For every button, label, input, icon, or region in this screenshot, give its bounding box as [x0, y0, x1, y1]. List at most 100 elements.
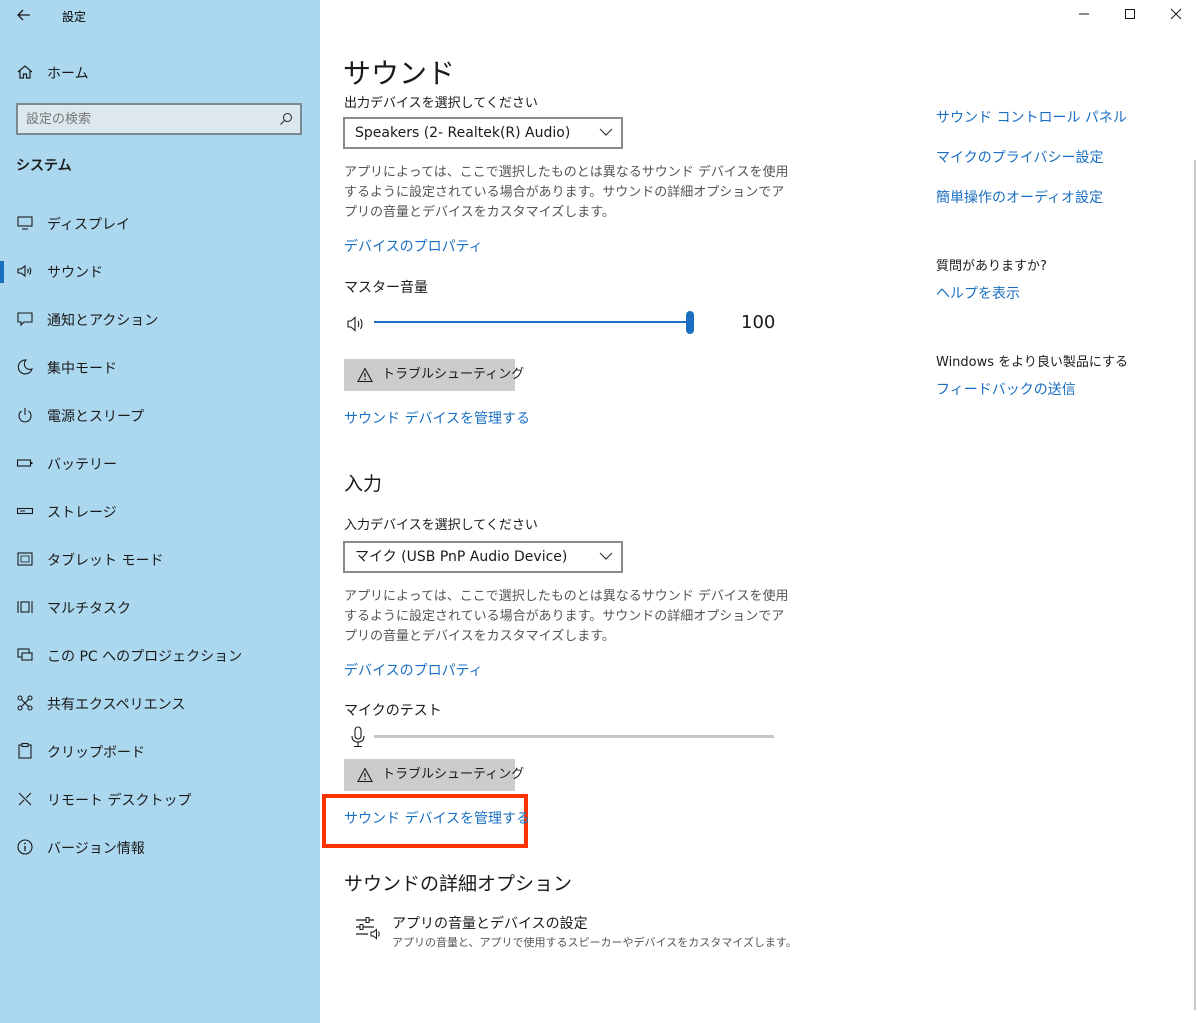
selected-indicator: [0, 261, 4, 283]
input-properties-link[interactable]: デバイスのプロパティ: [344, 660, 483, 680]
input-device-value: マイク (USB PnP Audio Device): [355, 549, 568, 565]
output-device-select[interactable]: Speakers (2- Realtek(R) Audio): [343, 117, 623, 149]
output-select-label: 出力デバイスを選択してください: [344, 96, 538, 111]
search-icon: [280, 112, 293, 125]
sidebar-item-battery[interactable]: バッテリー: [0, 450, 320, 478]
home-icon: [17, 65, 33, 79]
input-select-label: 入力デバイスを選択してください: [344, 518, 538, 533]
sidebar-item-clipboard[interactable]: クリップボード: [0, 738, 320, 766]
output-device-value: Speakers (2- Realtek(R) Audio): [355, 125, 571, 141]
sidebar-item-storage[interactable]: ストレージ: [0, 498, 320, 526]
notification-icon: [17, 312, 33, 327]
chevron-down-icon: [599, 552, 613, 560]
storage-icon: [16, 507, 34, 515]
sidebar-item-label: リモート デスクトップ: [47, 793, 192, 809]
input-description: アプリによっては、ここで選択したものとは異なるサウンド デバイスを使用するように…: [344, 589, 789, 644]
sidebar-item-label: サウンド: [47, 265, 103, 281]
sidebar-item-display[interactable]: ディスプレイ: [0, 210, 320, 238]
feedback-link[interactable]: フィードバックの送信: [936, 379, 1076, 399]
share-icon: [17, 695, 33, 711]
feedback-heading: Windows をより良い製品にする: [936, 355, 1129, 370]
volume-speaker-icon[interactable]: [347, 314, 371, 334]
sidebar-item-shared[interactable]: 共有エクスペリエンス: [0, 690, 320, 718]
sidebar-home-label: ホーム: [47, 66, 89, 82]
minimize-icon[interactable]: [1074, 4, 1094, 24]
app-volume-title: アプリの音量とデバイスの設定: [392, 916, 588, 932]
main-content: サウンド 出力デバイスを選択してください Speakers (2- Realte…: [320, 0, 1198, 1023]
moon-icon: [17, 359, 33, 375]
output-troubleshoot-button[interactable]: トラブルシューティング: [344, 359, 524, 391]
window-title: 設定: [62, 10, 87, 24]
sidebar-item-label: 共有エクスペリエンス: [47, 697, 186, 713]
mic-privacy-link[interactable]: マイクのプライバシー設定: [936, 147, 1103, 167]
microphone-icon: [351, 726, 365, 748]
sidebar-item-notifications[interactable]: 通知とアクション: [0, 306, 320, 334]
output-manage-devices-link[interactable]: サウンド デバイスを管理する: [344, 408, 530, 428]
power-icon: [18, 408, 32, 423]
sidebar-item-label: この PC へのプロジェクション: [47, 649, 243, 665]
warning-icon: [357, 767, 373, 783]
sidebar-item-remote-desktop[interactable]: リモート デスクトップ: [0, 786, 320, 814]
sidebar-item-label: バッテリー: [47, 457, 117, 473]
sidebar-item-sound[interactable]: サウンド: [0, 258, 320, 286]
sidebar-item-label: ストレージ: [47, 505, 117, 521]
scrollbar[interactable]: [1194, 160, 1196, 1010]
sidebar-item-label: 集中モード: [47, 361, 117, 377]
master-volume-label: マスター音量: [344, 280, 428, 296]
remote-icon: [18, 792, 32, 806]
sidebar-item-multitask[interactable]: マルチタスク: [0, 594, 320, 622]
sidebar-item-focus[interactable]: 集中モード: [0, 354, 320, 382]
sidebar-item-label: タブレット モード: [47, 553, 164, 569]
input-device-select[interactable]: マイク (USB PnP Audio Device): [343, 541, 623, 573]
output-description: アプリによっては、ここで選択したものとは異なるサウンド デバイスを使用するように…: [344, 165, 789, 220]
input-manage-devices-link[interactable]: サウンド デバイスを管理する: [344, 808, 530, 828]
input-section-title: 入力: [344, 473, 383, 495]
master-volume-value: 100: [741, 312, 776, 333]
clipboard-icon: [18, 742, 32, 759]
troubleshoot-label: トラブルシューティング: [382, 767, 525, 782]
speaker-icon: [17, 264, 32, 278]
output-properties-link[interactable]: デバイスのプロパティ: [344, 236, 483, 256]
multitask-icon: [17, 601, 33, 613]
close-icon[interactable]: [1166, 4, 1186, 24]
troubleshoot-label: トラブルシューティング: [382, 367, 525, 382]
mic-level-meter: [374, 735, 774, 738]
volume-slider-track: [374, 321, 690, 323]
volume-slider-thumb[interactable]: [686, 311, 694, 334]
sidebar-item-about[interactable]: バージョン情報: [0, 834, 320, 862]
sidebar-item-label: バージョン情報: [47, 841, 145, 857]
sidebar-item-tablet[interactable]: タブレット モード: [0, 546, 320, 574]
battery-icon: [16, 459, 33, 467]
warning-icon: [357, 367, 373, 383]
projection-icon: [17, 648, 33, 661]
sidebar-item-power[interactable]: 電源とスリープ: [0, 402, 320, 430]
sidebar-item-projection[interactable]: この PC へのプロジェクション: [0, 642, 320, 670]
app-volume-desc: アプリの音量と、アプリで使用するスピーカーやデバイスをカスタマイズします。: [392, 936, 797, 949]
sidebar-home[interactable]: ホーム: [0, 60, 320, 86]
sound-control-panel-link[interactable]: サウンド コントロール パネル: [936, 107, 1127, 127]
mic-test-label: マイクのテスト: [344, 703, 442, 719]
sidebar-item-label: マルチタスク: [47, 601, 131, 617]
get-help-link[interactable]: ヘルプを表示: [936, 283, 1020, 303]
page-title: サウンド: [343, 57, 456, 90]
sidebar-section-heading: システム: [16, 158, 72, 174]
sidebar-item-label: ディスプレイ: [47, 217, 131, 233]
search-box[interactable]: [16, 103, 302, 135]
master-volume-slider[interactable]: [374, 310, 694, 336]
sidebar-item-label: クリップボード: [47, 745, 145, 761]
input-troubleshoot-button[interactable]: トラブルシューティング: [344, 759, 524, 791]
advanced-section-title: サウンドの詳細オプション: [344, 873, 573, 895]
search-input[interactable]: [26, 109, 266, 129]
chevron-down-icon: [599, 128, 613, 136]
sliders-speaker-icon: [356, 917, 380, 940]
sidebar: 設定 ホーム システム ディスプレイ サウンド: [0, 0, 320, 1023]
back-arrow-icon: [17, 9, 30, 21]
sidebar-item-label: 通知とアクション: [47, 313, 159, 329]
ease-of-access-audio-link[interactable]: 簡単操作のオーディオ設定: [936, 187, 1103, 207]
tablet-icon: [17, 552, 33, 566]
app-volume-settings-item[interactable]: アプリの音量とデバイスの設定 アプリの音量と、アプリで使用するスピーカーやデバイ…: [344, 908, 804, 956]
help-heading: 質問がありますか?: [936, 259, 1047, 274]
maximize-icon[interactable]: [1120, 4, 1140, 24]
sidebar-item-label: 電源とスリープ: [47, 409, 145, 425]
back-button[interactable]: [12, 4, 36, 26]
